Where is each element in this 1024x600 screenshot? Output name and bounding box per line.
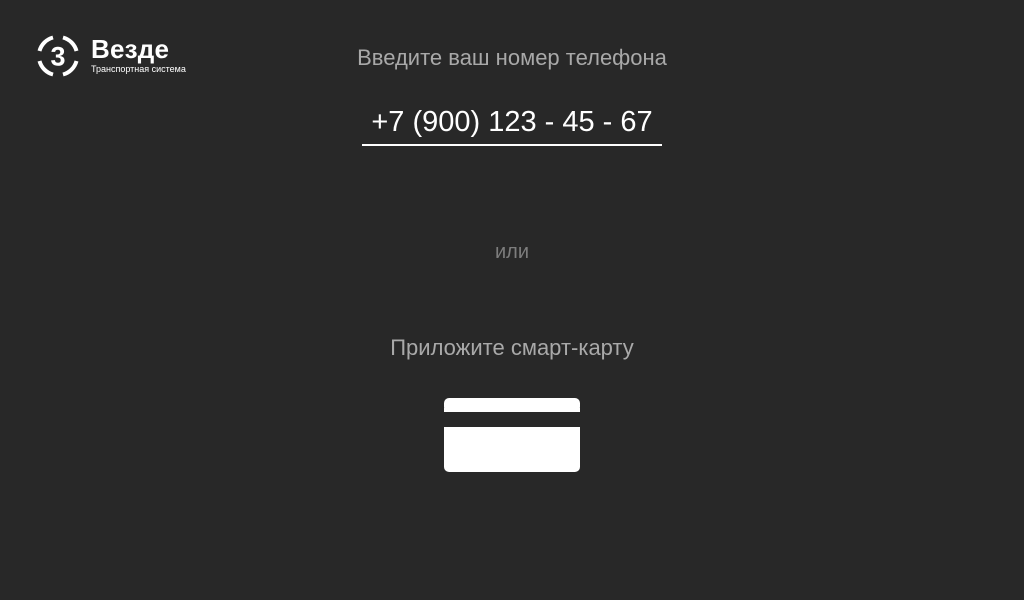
smart-card-icon — [444, 398, 580, 472]
or-separator: или — [494, 241, 529, 263]
login-screen: 3 Везде Транспортная система Введите ваш… — [0, 0, 1024, 600]
smart-card-prompt: Приложите смарт-карту — [390, 335, 634, 360]
phone-prompt: Введите ваш номер телефона — [357, 45, 667, 70]
phone-number-input[interactable] — [362, 100, 662, 146]
